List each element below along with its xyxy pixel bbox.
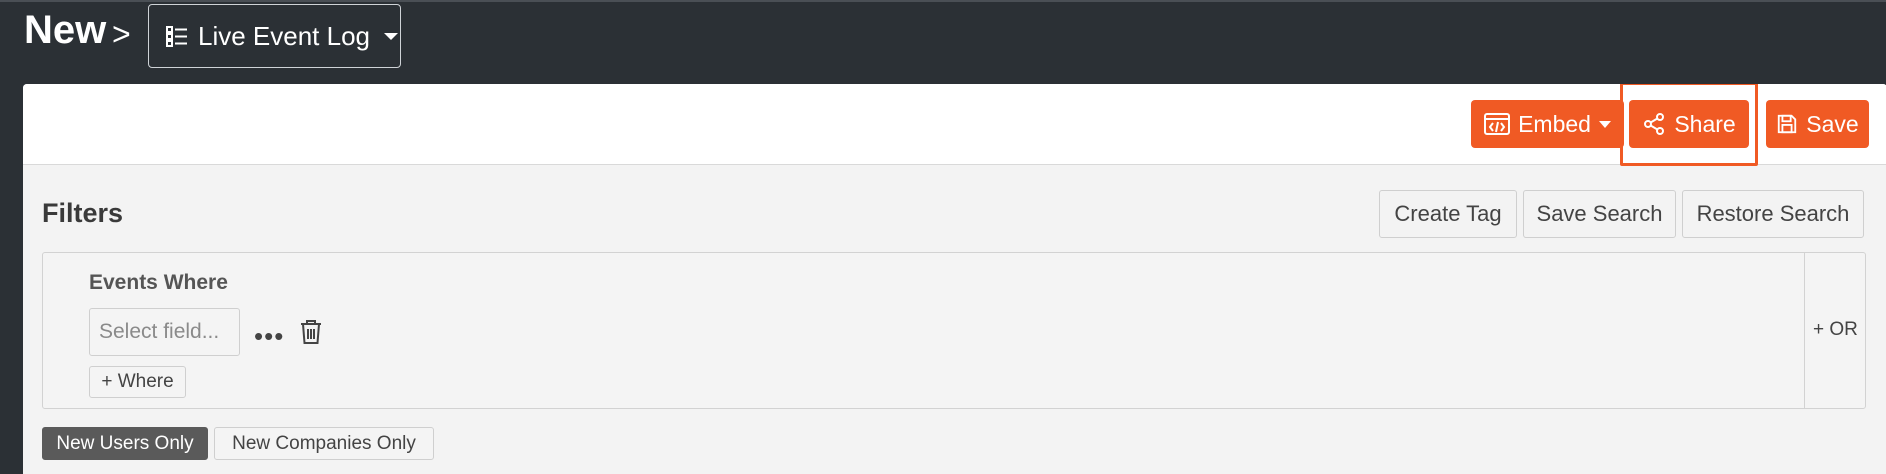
share-button-label: Share <box>1674 110 1736 137</box>
save-button[interactable]: Save <box>1766 100 1869 148</box>
add-or-button[interactable]: + OR <box>1813 319 1858 341</box>
view-selector-dropdown[interactable]: Live Event Log <box>148 4 401 68</box>
top-bar: New > Live Event Log <box>0 2 1886 82</box>
chevron-down-icon <box>384 32 399 40</box>
save-icon <box>1778 114 1797 134</box>
embed-button[interactable]: Embed <box>1471 100 1624 148</box>
main-panel: Embed Share Save Filters Create Tag Save <box>23 84 1886 474</box>
panel-toolbar: Embed Share Save <box>23 84 1886 166</box>
share-icon <box>1644 113 1665 135</box>
share-button[interactable]: Share <box>1629 100 1749 148</box>
embed-button-label: Embed <box>1518 110 1591 137</box>
events-where-label: Events Where <box>89 271 228 294</box>
embed-code-icon <box>1484 113 1511 135</box>
breadcrumb-root[interactable]: New <box>24 8 106 53</box>
chevron-down-icon <box>1598 120 1611 128</box>
create-tag-button[interactable]: Create Tag <box>1379 190 1517 238</box>
new-companies-only-toggle[interactable]: New Companies Only <box>214 427 434 460</box>
save-search-button[interactable]: Save Search <box>1523 190 1676 238</box>
or-divider <box>1804 253 1805 408</box>
filter-group: Events Where ••• + Where + OR <box>42 252 1866 409</box>
list-icon <box>165 24 189 48</box>
add-where-button[interactable]: + Where <box>89 366 186 398</box>
save-button-label: Save <box>1806 110 1859 137</box>
new-users-only-toggle[interactable]: New Users Only <box>42 427 208 460</box>
more-options-icon[interactable]: ••• <box>254 321 284 352</box>
breadcrumb-separator: > <box>112 16 131 52</box>
view-selector-label: Live Event Log <box>198 20 371 51</box>
select-field-input[interactable] <box>89 308 240 356</box>
filters-heading: Filters <box>42 198 124 228</box>
trash-icon[interactable] <box>299 319 323 350</box>
restore-search-button[interactable]: Restore Search <box>1682 190 1864 238</box>
